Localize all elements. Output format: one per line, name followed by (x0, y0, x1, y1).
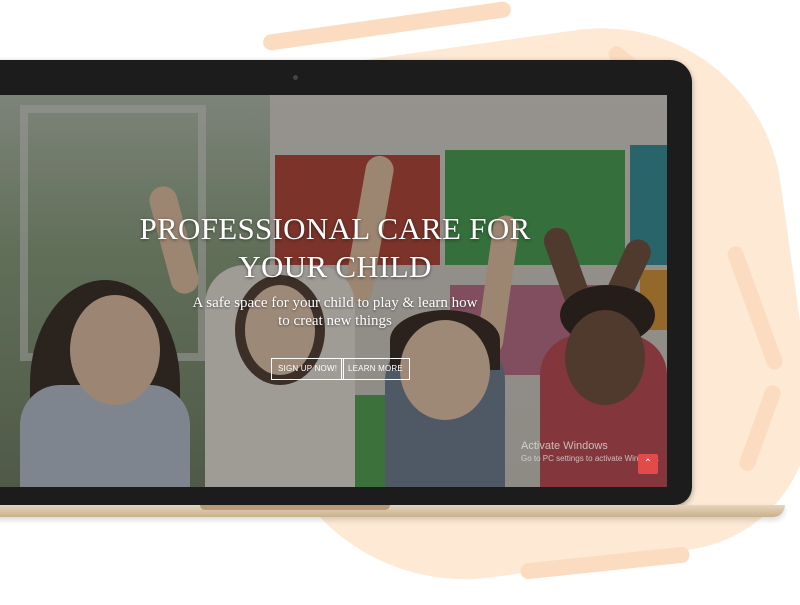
learn-more-button[interactable]: LEARN MORE (341, 358, 410, 380)
hero-subtitle-line: A safe space for your child to play & le… (192, 295, 478, 311)
scroll-to-top-button[interactable]: ⌃ (638, 454, 658, 474)
hero-title-line: PROFESSIONAL CARE FOR (139, 211, 531, 246)
hero-title: PROFESSIONAL CARE FOR YOUR CHILD (100, 210, 570, 286)
laptop-base-notch (200, 505, 390, 510)
hero-section: PROFESSIONAL CARE FOR YOUR CHILD A safe … (0, 95, 667, 487)
laptop-screen: PROFESSIONAL CARE FOR YOUR CHILD A safe … (0, 95, 667, 487)
hero-subtitle-line: to creat new things (278, 313, 392, 329)
sign-up-button[interactable]: SIGN UP NOW! (271, 358, 345, 380)
activate-windows-title: Activate Windows (521, 440, 608, 452)
hero-title-line: YOUR CHILD (238, 249, 432, 284)
laptop-base (0, 505, 785, 517)
chevron-up-icon: ⌃ (643, 458, 653, 469)
webcam-icon (293, 75, 298, 80)
hero-subtitle: A safe space for your child to play & le… (180, 294, 490, 330)
